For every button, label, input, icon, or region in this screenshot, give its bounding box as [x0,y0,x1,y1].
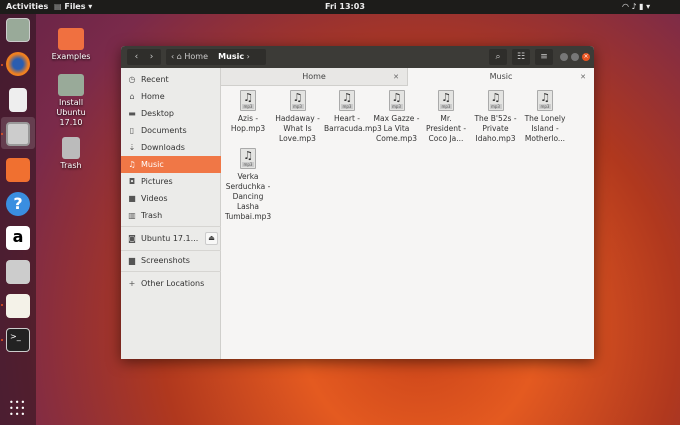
path-bar: ‹ ⌂ Home Music › [166,49,266,65]
audio-file-icon: ♫ mp3 [388,90,405,111]
firefox-icon[interactable] [6,52,30,76]
audio-file-icon: ♫ mp3 [487,90,504,111]
file-item[interactable]: ♫ mp3 Max Gazze - La Vita Come.mp3 [374,90,420,144]
audio-file-icon: ♫ mp3 [240,90,256,111]
search-button[interactable]: ⌕ [489,49,507,65]
desktop-icon-install-ubuntu[interactable]: Install Ubuntu 17.10 [46,74,96,128]
file-name: Azis - Hop.mp3 [230,114,266,133]
file-item[interactable]: ♫ mp3 The B'52s - Private Idaho.mp3 [473,90,519,144]
download-icon: ⇣ [128,143,136,152]
system-status-icons[interactable]: ◠ ♪ ▮ ▾ [622,0,650,14]
sidebar-item-desktop[interactable]: ▬ Desktop [121,105,221,122]
home-icon: ⌂ [129,92,135,101]
amazon-icon[interactable]: a [6,226,30,250]
help-icon[interactable]: ? [6,192,30,216]
sidebar-item-pictures[interactable]: ◘ Pictures [121,173,221,190]
file-name: The B'52s - Private Idaho.mp3 [474,114,517,143]
top-bar: Activities ▤ Files ▾ Fri 13:03 ◠ ♪ ▮ ▾ [0,0,680,14]
plus-icon: + [128,279,136,288]
file-name: Verka Serduchka - Dancing Lasha Tumbai.m… [225,172,272,221]
software-icon[interactable] [6,158,30,182]
view-toggle-button[interactable]: ☷ [512,49,530,65]
file-item[interactable]: ♫ mp3 Azis - Hop.mp3 [225,90,271,134]
sidebar-item-other-locations[interactable]: + Other Locations [121,275,221,292]
file-name: Haddaway - What Is Love.mp3 [275,114,320,143]
eject-button[interactable]: ⏏ [205,232,218,245]
app-menu[interactable]: ▤ Files ▾ [54,0,92,14]
minimize-button[interactable] [560,53,568,61]
sidebar-item-recent[interactable]: ◷ Recent [121,71,221,88]
rhythmbox-icon[interactable] [9,88,27,112]
drive-icon: ◙ [128,234,136,243]
desktop-icon-examples[interactable]: Examples [46,28,96,61]
dock: ? a >_ ••• ••• ••• [0,14,36,425]
file-item[interactable]: ♫ mp3 Mr. President - Coco Ja... [423,90,469,144]
forward-button[interactable]: › [150,52,154,62]
close-tab-icon[interactable]: ✕ [393,68,399,86]
files-icon[interactable] [6,122,30,146]
file-name: Max Gazze - La Vita Come.mp3 [373,114,420,143]
menu-button[interactable]: ≡ [535,49,553,65]
tab-bar: Home ✕ Music ✕ [221,68,594,86]
sidebar: ◷ Recent ⌂ Home ▬ Desktop ▯ Documents ⇣ Downl… [121,68,221,359]
file-name: Mr. President - Coco Ja... [425,114,467,143]
file-item[interactable]: ♫ mp3 Heart - Barracuda.mp3 [324,90,382,134]
music-icon: ♫ [128,160,136,169]
audio-file-icon: ♫ mp3 [339,90,355,111]
clock-icon: ◷ [128,75,136,84]
sidebar-item-downloads[interactable]: ⇣ Downloads [121,139,221,156]
sidebar-item-documents[interactable]: ▯ Documents [121,122,221,139]
audio-file-icon: ♫ mp3 [438,90,454,111]
close-button[interactable]: × [582,53,590,61]
tab-music[interactable]: Music ✕ [408,68,594,86]
back-forward-buttons: ‹ › [127,49,161,65]
sidebar-item-screenshots[interactable]: ▆ Screenshots [121,252,221,269]
maximize-button[interactable] [571,53,579,61]
header-bar: ‹ › ‹ ⌂ Home Music › ⌕ ☷ ≡ × [121,46,594,68]
document-icon: ▯ [129,126,135,135]
sidebar-item-ubuntu-device[interactable]: ◙ Ubuntu 17.1... ⏏ [121,230,221,247]
audio-file-icon: ♫ mp3 [289,90,306,111]
terminal-icon[interactable]: >_ [6,328,30,352]
path-home[interactable]: ⌂ Home [177,52,208,61]
folder-icon: ▆ [128,256,136,265]
audio-file-icon: ♫ mp3 [240,148,256,169]
file-item[interactable]: ♫ mp3 Verka Serduchka - Dancing Lasha Tumb… [225,148,271,222]
text-editor-icon[interactable] [6,294,30,318]
sidebar-item-home[interactable]: ⌂ Home [121,88,221,105]
video-icon: ■ [128,194,136,203]
sidebar-item-trash[interactable]: ▥ Trash [121,207,221,224]
sidebar-item-music[interactable]: ♫ Music [121,156,221,173]
back-button[interactable]: ‹ [135,52,139,62]
clock[interactable]: Fri 13:03 [325,0,365,14]
tab-home[interactable]: Home ✕ [221,68,408,86]
file-item[interactable]: ♫ mp3 Haddaway - What Is Love.mp3 [275,90,321,144]
folder-icon: ▬ [128,109,136,118]
files-window: ‹ › ‹ ⌂ Home Music › ⌕ ☷ ≡ × ◷ Recent ⌂ Ho… [121,46,594,359]
ubuntu-installer-icon[interactable] [6,18,30,42]
audio-file-icon: ♫ mp3 [537,90,553,111]
close-tab-icon[interactable]: ✕ [580,68,586,86]
sidebar-item-videos[interactable]: ■ Videos [121,190,221,207]
files-app-icon: ▤ [54,2,62,11]
file-name: The Lonely Island - Motherlo... [524,114,566,143]
camera-icon: ◘ [128,177,136,186]
show-applications-icon[interactable]: ••• ••• ••• [9,399,26,419]
screenshot-icon[interactable] [6,260,30,284]
path-music[interactable]: Music [218,52,244,61]
desktop-icon-trash[interactable]: Trash [46,137,96,170]
activities-button[interactable]: Activities [6,0,48,14]
trash-icon: ▥ [128,211,136,220]
file-item[interactable]: ♫ mp3 The Lonely Island - Motherlo... [522,90,568,144]
